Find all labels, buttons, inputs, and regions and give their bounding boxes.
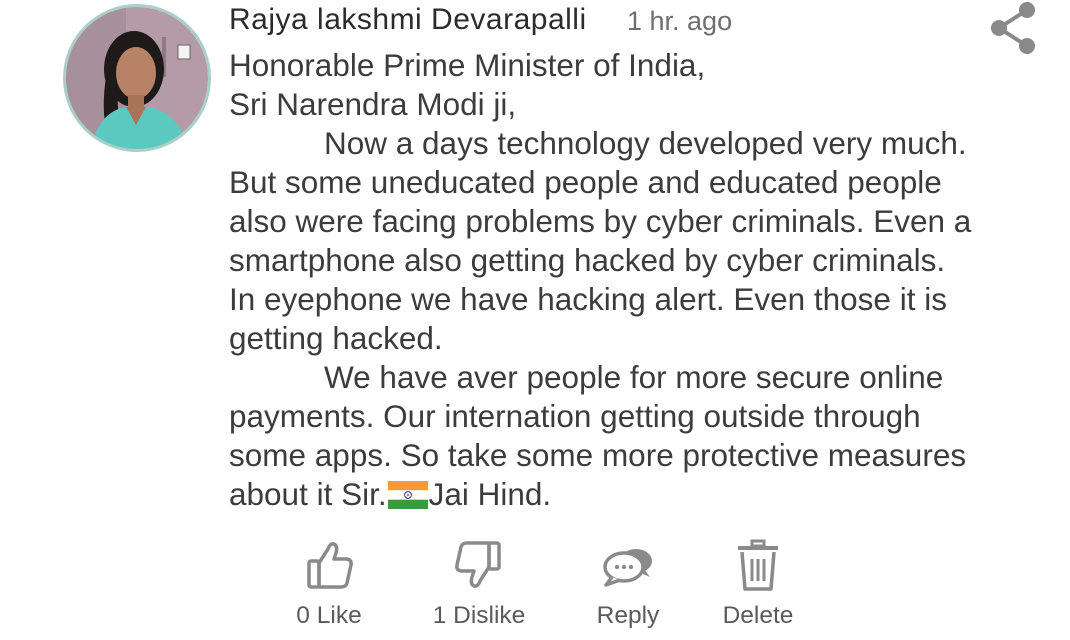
comment-line: Now a days technology developed very muc… <box>324 125 967 161</box>
user-photo <box>66 7 208 149</box>
like-label: 0 Like <box>259 602 399 630</box>
comment-line: also were facing problems by cyber crimi… <box>229 203 972 239</box>
comment-line-last: about it Sir. Jai Hind. <box>229 475 1029 514</box>
trash-icon <box>728 535 788 595</box>
comment-line: But some uneducated people and educated … <box>229 164 942 200</box>
comment-line: In eyephone we have hacking alert. Even … <box>229 281 947 317</box>
dislike-button[interactable]: 1 Dislike <box>409 535 549 630</box>
dislike-label: 1 Dislike <box>409 602 549 630</box>
timestamp: 1 hr. ago <box>627 6 733 36</box>
comment-body: Honorable Prime Minister of India, Sri N… <box>229 46 1029 514</box>
comment-line: payments. Our internation getting outsid… <box>229 398 921 434</box>
comment-line: Honorable Prime Minister of India, <box>229 47 706 83</box>
thumbs-up-icon <box>299 535 359 595</box>
dislike-text: Dislike <box>453 602 526 629</box>
delete-button[interactable]: Delete <box>688 535 828 630</box>
comment-line: getting hacked. <box>229 320 443 356</box>
avatar[interactable] <box>63 4 211 152</box>
dislike-count: 1 <box>432 602 447 629</box>
thumbs-down-icon <box>449 535 509 595</box>
comment-line-text: about it Sir. <box>229 476 387 512</box>
chat-bubbles-icon <box>598 535 658 595</box>
comment-line: smartphone also getting hacked by cyber … <box>229 242 946 278</box>
like-text: Like <box>316 602 362 629</box>
comment-actions: 0 Like 1 Dislike Reply Delete <box>0 535 1070 640</box>
reply-label: Reply <box>596 602 660 629</box>
comment-line: Sri Narendra Modi ji, <box>229 86 517 122</box>
delete-label: Delete <box>722 602 794 629</box>
like-button[interactable]: 0 Like <box>259 535 399 630</box>
reply-button[interactable]: Reply <box>558 535 698 630</box>
comment-line: some apps. So take some more protective … <box>229 437 967 473</box>
author-name[interactable]: Rajya lakshmi Devarapalli <box>229 3 587 37</box>
like-count: 0 <box>296 602 310 629</box>
comment-card: Rajya lakshmi Devarapalli 1 hr. ago Hono… <box>0 0 1070 640</box>
india-flag-icon <box>387 479 428 509</box>
comment-line: We have aver people for more secure onli… <box>324 359 944 395</box>
sign-off-text: Jai Hind. <box>428 476 552 512</box>
